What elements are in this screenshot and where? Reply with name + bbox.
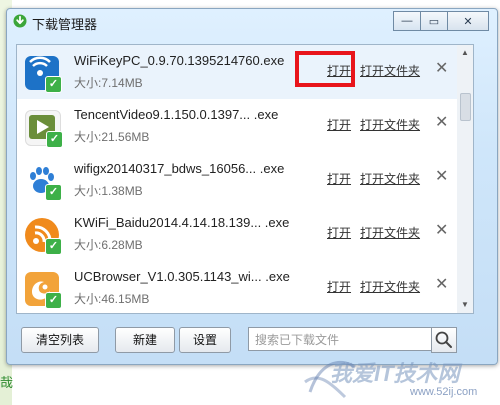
search-icon [435, 331, 452, 348]
watermark: 我爱IT技术网 www.52ij.com [300, 352, 500, 404]
download-manager-window: 下载管理器 — ▭ ✕ ✓ WiFiKeyPC_0.9.70.139521476… [6, 8, 498, 365]
list-item[interactable]: ✓ TencentVideo9.1.150.0.1397... .exe 大小:… [17, 99, 458, 154]
background-text: 哉 [0, 375, 14, 390]
minimize-button[interactable]: — [393, 11, 421, 31]
list-item[interactable]: ✓ WiFiKeyPC_0.9.70.1395214760.exe 大小:7.1… [17, 45, 458, 100]
downloaded-check-icon: ✓ [46, 131, 63, 148]
kwifi-icon: ✓ [25, 218, 62, 255]
remove-icon[interactable]: ✕ [435, 220, 448, 240]
scroll-down-icon[interactable]: ▼ [459, 299, 471, 311]
minimize-icon: — [401, 15, 413, 27]
new-button[interactable]: 新建 [115, 327, 175, 353]
file-size: 大小:7.14MB [74, 76, 143, 90]
remove-icon[interactable]: ✕ [435, 112, 448, 132]
open-link[interactable]: 打开 [327, 224, 351, 241]
title-bar[interactable]: 下载管理器 — ▭ ✕ [7, 9, 497, 35]
open-folder-link[interactable]: 打开文件夹 [360, 224, 420, 241]
close-icon: ✕ [463, 15, 473, 28]
downloaded-check-icon: ✓ [45, 292, 62, 309]
uc-browser-icon: ✓ [25, 272, 62, 309]
open-folder-link[interactable]: 打开文件夹 [360, 116, 420, 133]
file-name: TencentVideo9.1.150.0.1397... .exe [74, 107, 279, 122]
open-link[interactable]: 打开 [327, 278, 351, 295]
open-folder-link[interactable]: 打开文件夹 [360, 278, 420, 295]
file-name: wifigx20140317_bdws_16056... .exe [74, 161, 285, 176]
remove-icon[interactable]: ✕ [435, 274, 448, 294]
file-size: 大小:21.56MB [74, 130, 150, 144]
wifi-key-icon: ✓ [25, 56, 62, 93]
remove-icon[interactable]: ✕ [435, 166, 448, 186]
settings-button[interactable]: 设置 [179, 327, 231, 353]
file-size: 大小:6.28MB [74, 238, 143, 252]
remove-icon[interactable]: ✕ [435, 58, 448, 78]
clear-list-button[interactable]: 清空列表 [21, 327, 99, 353]
scroll-up-icon[interactable]: ▲ [459, 47, 471, 59]
close-button[interactable]: ✕ [447, 11, 489, 31]
file-size: 大小:1.38MB [74, 184, 143, 198]
window-title: 下载管理器 [32, 17, 98, 32]
downloaded-check-icon: ✓ [45, 238, 62, 255]
open-link[interactable]: 打开 [327, 116, 351, 133]
open-link[interactable]: 打开 [327, 170, 351, 187]
file-size: 大小:46.15MB [74, 292, 150, 306]
tencent-video-icon: ✓ [25, 110, 63, 148]
downloaded-check-icon: ✓ [45, 184, 62, 201]
scroll-thumb[interactable] [460, 93, 471, 121]
window-controls: — ▭ ✕ [393, 11, 489, 31]
download-list: ✓ WiFiKeyPC_0.9.70.1395214760.exe 大小:7.1… [16, 44, 459, 314]
restore-button[interactable]: ▭ [420, 11, 448, 31]
list-scrollbar[interactable]: ▲ ▼ [457, 44, 474, 314]
search-input[interactable]: 搜索已下载文件 [248, 327, 431, 351]
baidu-paw-icon: ✓ [25, 164, 62, 201]
watermark-url: www.52ij.com [410, 386, 478, 398]
list-item[interactable]: ✓ wifigx20140317_bdws_16056... .exe 大小:1… [17, 153, 458, 208]
list-item[interactable]: ✓ KWiFi_Baidu2014.4.14.18.139... .exe 大小… [17, 207, 458, 262]
downloaded-check-icon: ✓ [45, 76, 62, 93]
file-name: KWiFi_Baidu2014.4.14.18.139... .exe [74, 215, 290, 230]
file-name: WiFiKeyPC_0.9.70.1395214760.exe [74, 53, 285, 68]
open-link[interactable]: 打开 [327, 62, 351, 79]
open-folder-link[interactable]: 打开文件夹 [360, 62, 420, 79]
watermark-text: 我爱IT技术网 [330, 361, 460, 386]
restore-icon: ▭ [428, 15, 440, 28]
file-name: UCBrowser_V1.0.305.1143_wi... .exe [74, 269, 290, 284]
list-item[interactable]: ✓ UCBrowser_V1.0.305.1143_wi... .exe 大小:… [17, 261, 458, 313]
download-arrow-icon [13, 14, 27, 28]
search-button[interactable] [431, 327, 457, 353]
open-folder-link[interactable]: 打开文件夹 [360, 170, 420, 187]
